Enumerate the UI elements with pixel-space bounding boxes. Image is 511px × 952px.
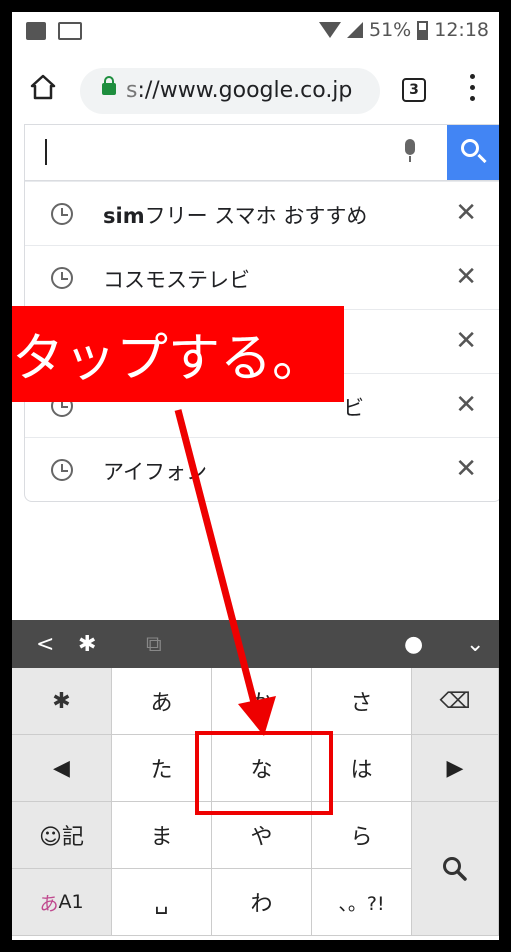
key-ka[interactable]: か [212, 668, 312, 735]
key-sa[interactable]: さ [312, 668, 412, 735]
phone-screen: 51% 12:18 s://www.google.co.jp 3 simフリー … [12, 12, 499, 940]
wifi-icon [319, 22, 341, 38]
backspace-key[interactable]: ⌫ [412, 668, 499, 735]
suggestion-item[interactable]: simフリー スマホ おすすめ ✕ [25, 181, 499, 245]
search-input[interactable] [24, 124, 499, 181]
signal-icon [347, 22, 363, 38]
mic-icon[interactable]: ● [404, 632, 423, 657]
input-mode-key[interactable]: あ A1 [12, 869, 112, 936]
battery-percent: 51% [369, 19, 412, 41]
image-icon [26, 22, 46, 40]
pq-icon [58, 22, 82, 40]
history-icon [51, 267, 73, 289]
mic-icon[interactable] [403, 139, 417, 162]
emoji-symbol-key[interactable]: ☺記 [12, 802, 112, 869]
clipboard-icon[interactable]: ⧉ [146, 632, 162, 657]
search-icon [461, 139, 479, 157]
space-key[interactable]: ␣ [112, 869, 212, 936]
history-icon [51, 203, 73, 225]
remove-suggestion-button[interactable]: ✕ [455, 454, 477, 484]
key-wa[interactable]: わ [212, 869, 312, 936]
keyboard-settings-key[interactable]: ✱ [12, 668, 112, 735]
search-icon [443, 856, 467, 881]
text-caret [45, 139, 47, 165]
clock-time: 12:18 [434, 19, 489, 41]
url-field[interactable]: s://www.google.co.jp [80, 68, 380, 114]
suggestion-item[interactable]: アイフォン ✕ [25, 437, 499, 501]
cursor-left-key[interactable]: ◀ [12, 735, 112, 802]
keyboard-toolbar: < ✱ ⧉ ● ⌄ [12, 620, 499, 668]
gear-icon[interactable]: ✱ [78, 632, 96, 657]
remove-suggestion-button[interactable]: ✕ [455, 262, 477, 292]
punctuation-key[interactable]: 、。?! [312, 869, 412, 936]
remove-suggestion-button[interactable]: ✕ [455, 326, 477, 356]
browser-toolbar: s://www.google.co.jp 3 [12, 52, 499, 128]
battery-icon [417, 20, 429, 40]
remove-suggestion-button[interactable]: ✕ [455, 390, 477, 420]
status-bar: 51% 12:18 [12, 12, 499, 52]
chevron-left-icon[interactable]: < [36, 632, 54, 657]
suggestion-item[interactable]: コスモステレビ ✕ [25, 245, 499, 309]
overflow-menu-icon[interactable] [470, 74, 476, 104]
search-key[interactable] [412, 802, 499, 936]
url-text: s://www.google.co.jp [126, 78, 353, 103]
home-icon[interactable] [30, 74, 56, 100]
tap-callout: タップする。 [12, 306, 344, 402]
history-icon [51, 459, 73, 481]
lock-icon [102, 76, 116, 95]
cursor-right-key[interactable]: ▶ [412, 735, 499, 802]
remove-suggestion-button[interactable]: ✕ [455, 198, 477, 228]
highlight-box [195, 731, 333, 815]
key-a[interactable]: あ [112, 668, 212, 735]
tab-switcher-button[interactable]: 3 [402, 78, 426, 102]
chevron-down-icon[interactable]: ⌄ [466, 632, 484, 657]
search-button[interactable] [447, 125, 499, 181]
